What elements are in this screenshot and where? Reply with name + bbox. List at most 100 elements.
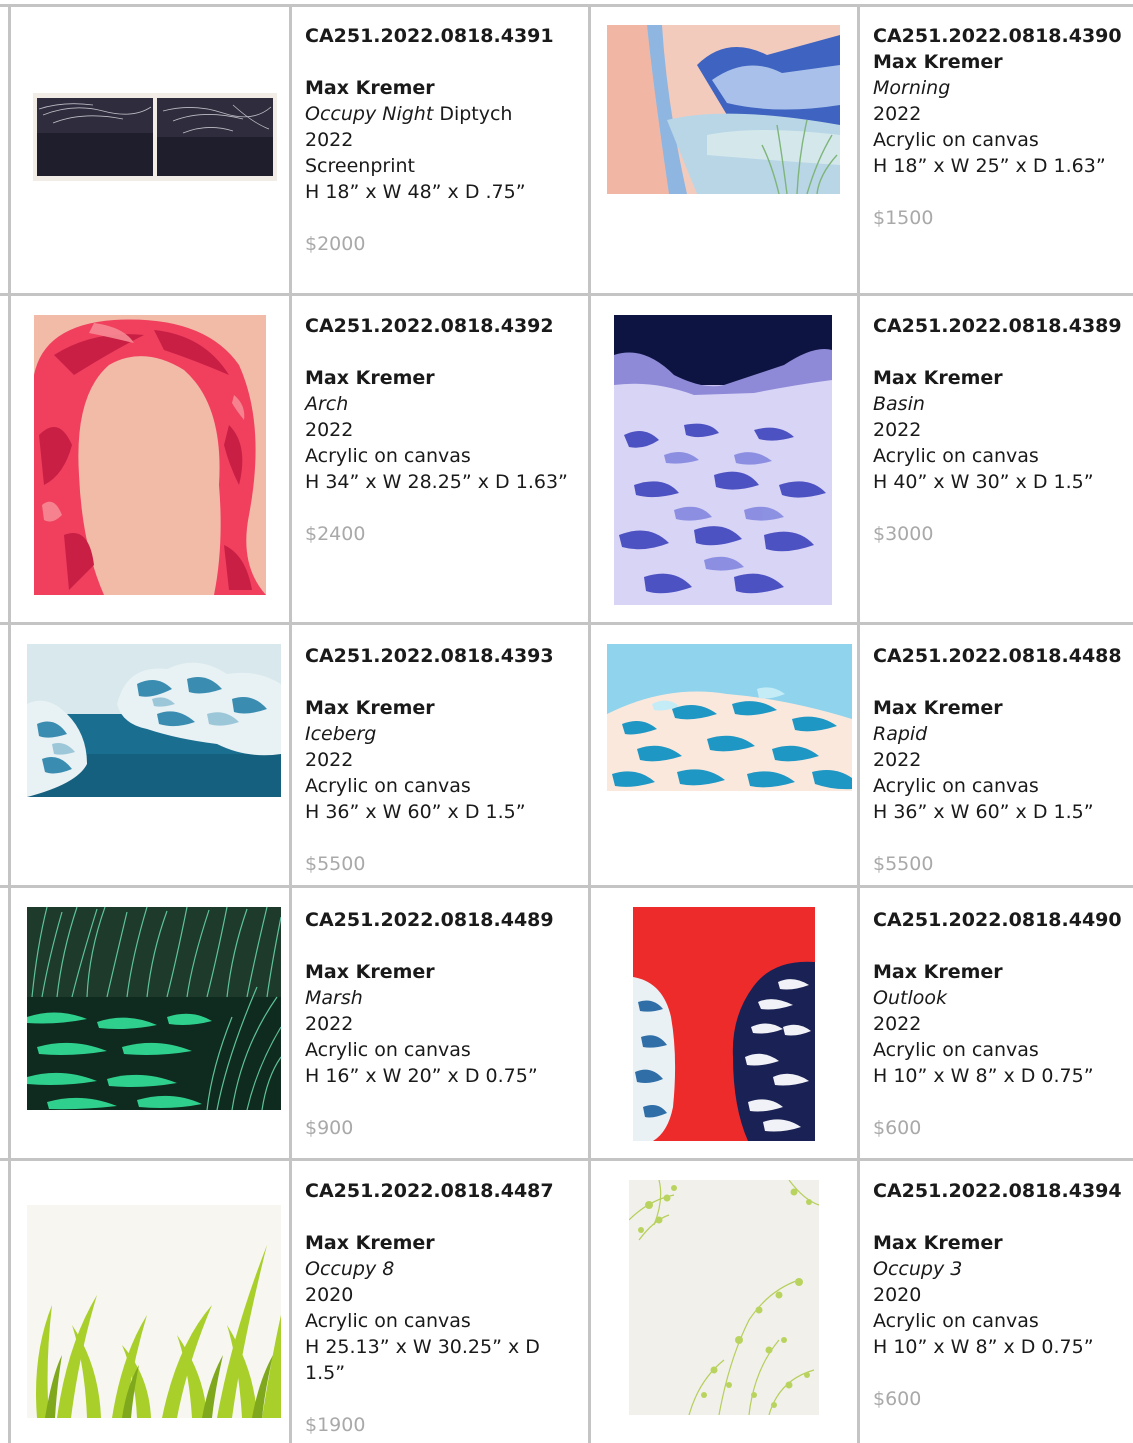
artwork-medium: Acrylic on canvas: [873, 129, 1039, 151]
artwork-dimensions: H 25.13” x W 30.25” x D 1.5”: [305, 1336, 540, 1384]
artwork-year: 2022: [873, 103, 922, 125]
artwork-medium: Acrylic on canvas: [305, 775, 471, 797]
artwork-year: 2022: [305, 129, 354, 151]
grid-line-vertical: [8, 4, 11, 1443]
artwork-details: CA251.2022.0818.4392 Max Kremer Arch 202…: [305, 313, 568, 547]
artwork-image-basin: [614, 315, 832, 605]
artwork-price: $5500: [873, 853, 934, 875]
artwork-price-list: CA251.2022.0818.4391 Max Kremer Occupy N…: [0, 0, 1133, 1443]
artwork-dimensions: H 36” x W 60” x D 1.5”: [873, 801, 1094, 823]
artwork-image-occupy-8: [27, 1205, 281, 1418]
artwork-dimensions: H 18” x W 48” x D .75”: [305, 181, 526, 203]
artwork-title: Rapid: [873, 721, 1122, 747]
artist-name: Max Kremer: [873, 697, 1003, 719]
artwork-dimensions: H 40” x W 30” x D 1.5”: [873, 471, 1094, 493]
artist-name: Max Kremer: [873, 961, 1003, 983]
artwork-medium: Acrylic on canvas: [873, 775, 1039, 797]
artwork-details: CA251.2022.0818.4489 Max Kremer Marsh 20…: [305, 907, 554, 1141]
artwork-image-rapid: [607, 644, 852, 791]
artwork-image-marsh: [27, 907, 281, 1110]
artwork-image-occupy-3: [629, 1180, 819, 1415]
artwork-title: Iceberg: [305, 721, 554, 747]
artwork-price: $2400: [305, 523, 366, 545]
artist-name: Max Kremer: [873, 1232, 1003, 1254]
artwork-dimensions: H 34” x W 28.25” x D 1.63”: [305, 471, 568, 493]
artwork-dimensions: H 18” x W 25” x D 1.63”: [873, 155, 1106, 177]
artwork-title-italic: Outlook: [873, 987, 947, 1009]
artwork-price: $5500: [305, 853, 366, 875]
catalog-number: CA251.2022.0818.4392: [305, 315, 554, 337]
artwork-title: Marsh: [305, 985, 554, 1011]
catalog-number: CA251.2022.0818.4393: [305, 645, 554, 667]
artwork-year: 2022: [873, 419, 922, 441]
catalog-number: CA251.2022.0818.4490: [873, 909, 1122, 931]
artwork-medium: Screenprint: [305, 155, 415, 177]
artwork-details: CA251.2022.0818.4390 Max Kremer Morning …: [873, 23, 1122, 231]
catalog-number: CA251.2022.0818.4390: [873, 25, 1122, 47]
artwork-title-italic: Occupy 3: [873, 1258, 963, 1280]
artwork-title-italic: Iceberg: [305, 723, 377, 745]
artwork-title-suffix: Diptych: [433, 103, 513, 125]
artwork-price: $2000: [305, 233, 366, 255]
artwork-year: 2022: [873, 1013, 922, 1035]
artwork-dimensions: H 16” x W 20” x D 0.75”: [305, 1065, 538, 1087]
grid-line-horizontal: [0, 1158, 1133, 1161]
artwork-year: 2020: [305, 1284, 354, 1306]
artwork-price: $1500: [873, 207, 934, 229]
grid-line-horizontal: [0, 622, 1133, 625]
artwork-year: 2020: [873, 1284, 922, 1306]
artist-name: Max Kremer: [305, 1232, 435, 1254]
artwork-title-italic: Basin: [873, 393, 925, 415]
artwork-medium: Acrylic on canvas: [305, 445, 471, 467]
artwork-details: CA251.2022.0818.4391 Max Kremer Occupy N…: [305, 23, 554, 257]
catalog-number: CA251.2022.0818.4391: [305, 25, 554, 47]
catalog-number: CA251.2022.0818.4389: [873, 315, 1122, 337]
artwork-title: Basin: [873, 391, 1122, 417]
grid-line-horizontal: [0, 885, 1133, 888]
catalog-number: CA251.2022.0818.4487: [305, 1180, 554, 1202]
artwork-year: 2022: [873, 749, 922, 771]
artwork-dimensions: H 36” x W 60” x D 1.5”: [305, 801, 526, 823]
artwork-medium: Acrylic on canvas: [873, 1039, 1039, 1061]
artwork-price: $600: [873, 1388, 922, 1410]
artwork-title-italic: Morning: [873, 77, 951, 99]
artwork-details: CA251.2022.0818.4488 Max Kremer Rapid 20…: [873, 643, 1122, 877]
catalog-number: CA251.2022.0818.4488: [873, 645, 1122, 667]
artwork-medium: Acrylic on canvas: [873, 445, 1039, 467]
artist-name: Max Kremer: [305, 367, 435, 389]
artist-name: Max Kremer: [305, 77, 435, 99]
grid-line-horizontal: [0, 4, 1133, 7]
artwork-image-arch: [34, 315, 266, 595]
artwork-title: Arch: [305, 391, 568, 417]
artist-name: Max Kremer: [305, 697, 435, 719]
catalog-number: CA251.2022.0818.4394: [873, 1180, 1122, 1202]
artwork-dimensions: H 10” x W 8” x D 0.75”: [873, 1336, 1094, 1358]
grid-line-horizontal: [0, 293, 1133, 296]
grid-line-vertical: [588, 4, 591, 1443]
artwork-dimensions: H 10” x W 8” x D 0.75”: [873, 1065, 1094, 1087]
artwork-price: $600: [873, 1117, 922, 1139]
grid-line-vertical: [857, 4, 860, 1443]
artwork-title: Outlook: [873, 985, 1122, 1011]
artwork-medium: Acrylic on canvas: [873, 1310, 1039, 1332]
artist-name: Max Kremer: [873, 51, 1003, 73]
artwork-price: $900: [305, 1117, 354, 1139]
artwork-title: Occupy Night Diptych: [305, 101, 554, 127]
artwork-title-italic: Marsh: [305, 987, 363, 1009]
artwork-year: 2022: [305, 419, 354, 441]
artist-name: Max Kremer: [305, 961, 435, 983]
artwork-title-italic: Occupy 8: [305, 1258, 395, 1280]
artwork-price: $1900: [305, 1414, 366, 1436]
artwork-title-italic: Occupy Night: [305, 103, 434, 125]
artwork-title-italic: Rapid: [873, 723, 928, 745]
artist-name: Max Kremer: [873, 367, 1003, 389]
artwork-details: CA251.2022.0818.4393 Max Kremer Iceberg …: [305, 643, 554, 877]
artwork-details: CA251.2022.0818.4490 Max Kremer Outlook …: [873, 907, 1122, 1141]
artwork-image-morning: [607, 25, 840, 194]
artwork-details: CA251.2022.0818.4487 Max Kremer Occupy 8…: [305, 1178, 575, 1438]
artwork-price: $3000: [873, 523, 934, 545]
artwork-title-italic: Arch: [305, 393, 349, 415]
artwork-image-iceberg: [27, 644, 281, 797]
artwork-medium: Acrylic on canvas: [305, 1310, 471, 1332]
artwork-image-occupy-night: [33, 93, 277, 181]
